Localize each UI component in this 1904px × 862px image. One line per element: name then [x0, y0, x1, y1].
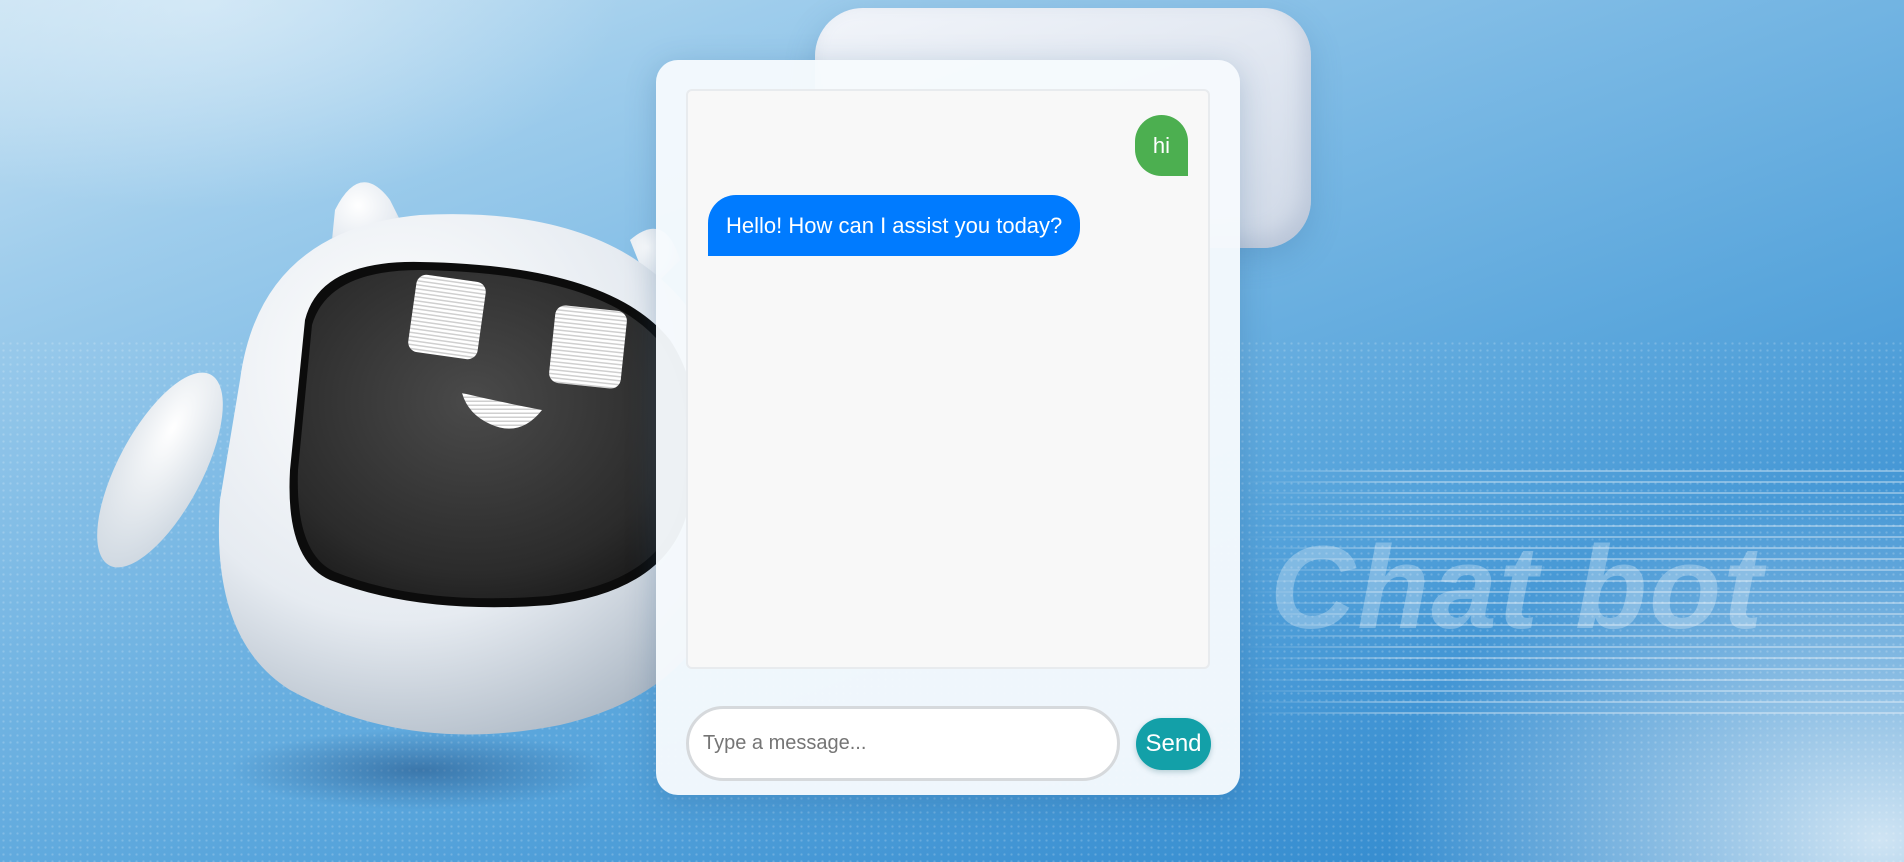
message-list: hi Hello! How can I assist you today? — [686, 89, 1210, 669]
bot-message-bubble: Hello! How can I assist you today? — [708, 195, 1081, 256]
chat-window: hi Hello! How can I assist you today? Se… — [656, 60, 1240, 795]
chatbot-watermark-text: Chat bot — [1270, 522, 1765, 654]
message-input[interactable] — [686, 706, 1120, 781]
page-background: Chat bot hi Hello! How can I assist you … — [0, 0, 1904, 862]
user-message-bubble: hi — [1134, 115, 1188, 176]
send-button[interactable]: Send — [1136, 718, 1211, 770]
